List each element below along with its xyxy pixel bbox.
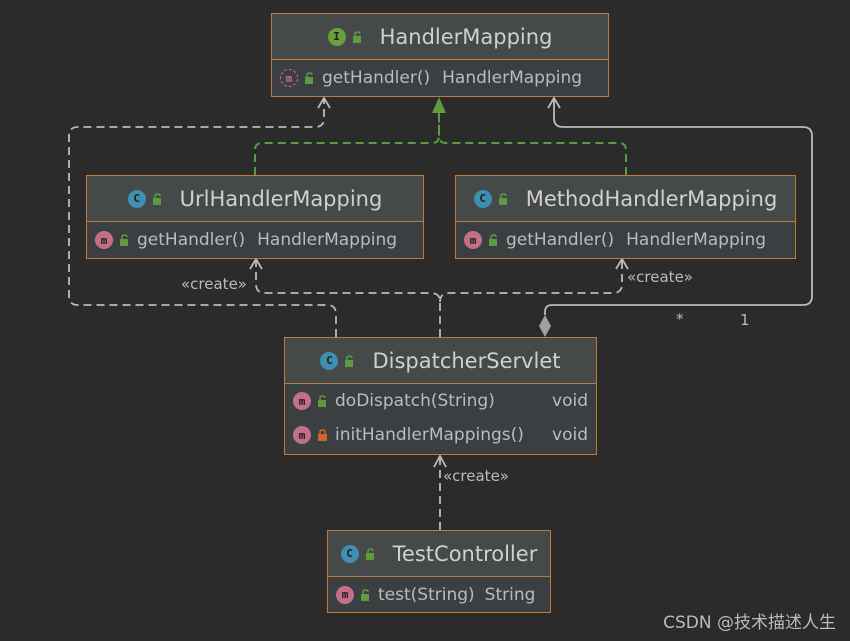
class-name: HandlerMapping bbox=[379, 24, 553, 49]
multiplicity-one: 1 bbox=[740, 311, 750, 329]
interface-icon: I bbox=[327, 27, 346, 46]
class-name: DispatcherServlet bbox=[372, 348, 561, 373]
method-row[interactable]: m test(String) String bbox=[328, 577, 550, 612]
watermark: CSDN @技术描述人生 bbox=[663, 613, 836, 633]
method-row[interactable]: m getHandler() HandlerMapping bbox=[272, 60, 608, 96]
method-icon: m bbox=[293, 392, 311, 410]
class-header: I HandlerMapping bbox=[272, 14, 608, 60]
method-return-type: void bbox=[552, 425, 588, 445]
public-lock-icon bbox=[317, 395, 329, 407]
public-lock-icon bbox=[498, 192, 510, 205]
class-header: C DispatcherServlet bbox=[285, 338, 596, 384]
method-name: initHandlerMappings() bbox=[335, 425, 524, 445]
class-icon: C bbox=[473, 189, 492, 208]
public-lock-icon bbox=[488, 234, 500, 246]
realization-method-to-handler-mapping bbox=[438, 108, 627, 175]
method-icon: m bbox=[293, 426, 311, 444]
public-lock-icon bbox=[152, 192, 164, 205]
class-icon: C bbox=[127, 189, 146, 208]
class-icon: C bbox=[340, 544, 359, 563]
method-return-type: void bbox=[552, 391, 588, 411]
aggregation-diamond bbox=[539, 315, 551, 337]
method-icon: m bbox=[464, 231, 482, 249]
class-header: C MethodHandlerMapping bbox=[456, 176, 795, 222]
method-name: test(String) bbox=[378, 584, 475, 605]
dependency-dispatcher-to-method bbox=[439, 259, 623, 303]
public-lock-icon bbox=[119, 234, 131, 246]
realization-arrowhead bbox=[432, 97, 446, 113]
method-row[interactable]: m initHandlerMappings() void bbox=[285, 418, 596, 452]
public-lock-icon bbox=[352, 30, 364, 43]
method-icon: m bbox=[336, 585, 354, 604]
class-box-url-handler-mapping[interactable]: C UrlHandlerMapping m getHandler() Handl… bbox=[86, 175, 424, 259]
method-return-type: HandlerMapping bbox=[626, 230, 767, 250]
method-name: getHandler() bbox=[137, 230, 246, 250]
class-header: C TestController bbox=[328, 531, 550, 577]
method-row[interactable]: m getHandler() HandlerMapping bbox=[87, 222, 423, 258]
private-lock-icon bbox=[317, 429, 329, 441]
public-lock-icon bbox=[344, 354, 356, 367]
class-icon: C bbox=[320, 351, 339, 370]
class-box-method-handler-mapping[interactable]: C MethodHandlerMapping m getHandler() Ha… bbox=[455, 175, 796, 259]
realization-url-to-handler-mapping bbox=[254, 108, 440, 175]
method-name: getHandler() bbox=[322, 68, 431, 88]
method-return-type: String bbox=[484, 584, 536, 605]
create-label-url: «create» bbox=[181, 275, 247, 293]
dependency-dispatcher-to-url bbox=[255, 259, 441, 337]
create-label-method: «create» bbox=[627, 268, 693, 286]
class-box-test-controller[interactable]: C TestController m test(String) String bbox=[327, 530, 551, 613]
class-box-dispatcher-servlet[interactable]: C DispatcherServlet m doDispatch(String)… bbox=[284, 337, 597, 455]
multiplicity-many: * bbox=[676, 310, 684, 328]
method-return-type: HandlerMapping bbox=[257, 230, 398, 250]
public-lock-icon bbox=[365, 547, 377, 560]
create-label-dispatcher: «create» bbox=[443, 467, 509, 485]
class-name: UrlHandlerMapping bbox=[179, 186, 383, 211]
class-name: MethodHandlerMapping bbox=[525, 186, 778, 211]
class-header: C UrlHandlerMapping bbox=[87, 176, 423, 222]
class-box-handler-mapping[interactable]: I HandlerMapping m getHandler() HandlerM… bbox=[271, 13, 609, 97]
method-row[interactable]: m getHandler() HandlerMapping bbox=[456, 222, 795, 258]
abstract-method-icon: m bbox=[280, 69, 298, 87]
public-lock-icon bbox=[360, 588, 372, 601]
public-lock-icon bbox=[304, 72, 316, 84]
method-name: doDispatch(String) bbox=[335, 391, 495, 411]
class-name: TestController bbox=[392, 541, 538, 566]
method-name: getHandler() bbox=[506, 230, 615, 250]
method-icon: m bbox=[95, 231, 113, 249]
method-row[interactable]: m doDispatch(String) void bbox=[285, 384, 596, 418]
method-return-type: HandlerMapping bbox=[442, 68, 583, 88]
